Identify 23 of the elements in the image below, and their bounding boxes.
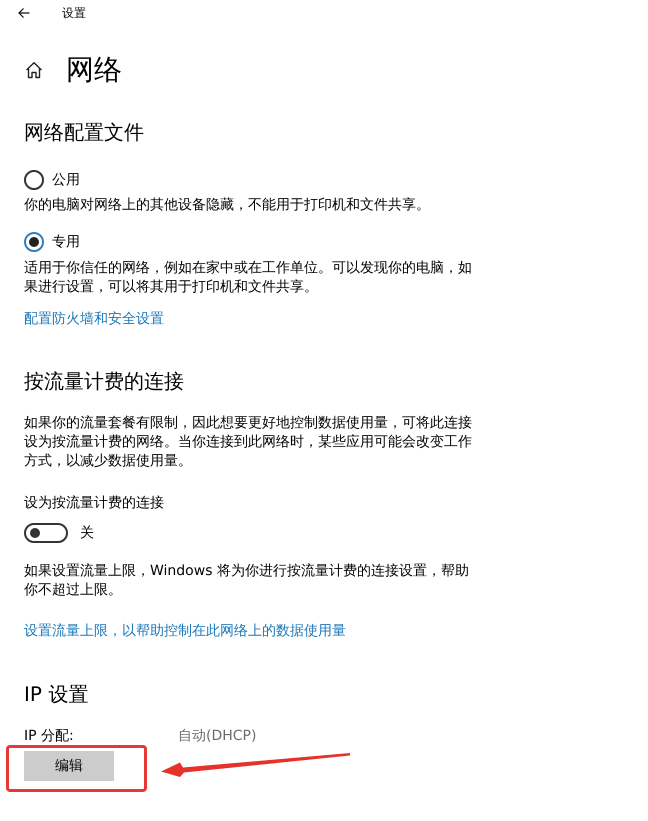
home-icon[interactable] bbox=[25, 61, 43, 79]
radio-icon[interactable] bbox=[24, 232, 44, 252]
section-heading: IP 设置 bbox=[24, 681, 88, 708]
radio-option[interactable]: 专用 bbox=[24, 232, 80, 252]
page-title: 网络 bbox=[66, 52, 122, 88]
edit-button[interactable]: 编辑 bbox=[24, 751, 114, 781]
radio-option[interactable]: 公用 bbox=[24, 170, 80, 190]
field-value: 自动(DHCP) bbox=[178, 727, 256, 745]
radio-icon[interactable] bbox=[24, 170, 44, 190]
section-description: 如果你的流量套餐有限制，因此想要更好地控制数据使用量，可将此连接设为按流量计费的网络。当你连接到此网络时，某些应用可能会改变工作方式，以减少数据使用量。 bbox=[24, 414, 473, 471]
app-title: 设置 bbox=[62, 5, 86, 21]
toggle-state-text: 关 bbox=[80, 524, 94, 543]
option-description: 适用于你信任的网络，例如在家中或在工作单位。可以发现你的电脑，如果进行设置，可以将其用于打印机和文件共享。 bbox=[24, 259, 473, 297]
field-label: IP 分配: bbox=[24, 727, 75, 745]
settings-link[interactable]: 设置流量上限，以帮助控制在此网络上的数据使用量 bbox=[24, 621, 346, 641]
setting-label: 设为按流量计费的连接 bbox=[24, 494, 164, 513]
section-note: 如果设置流量上限，Windows 将为你进行按流量计费的连接设置，帮助你不超过上限。 bbox=[24, 562, 470, 600]
settings-link[interactable]: 配置防火墙和安全设置 bbox=[24, 309, 164, 329]
section-heading: 按流量计费的连接 bbox=[24, 368, 184, 395]
section-heading: 网络配置文件 bbox=[24, 119, 144, 146]
toggle-switch[interactable] bbox=[24, 523, 68, 543]
option-description: 你的电脑对网络上的其他设备隐藏，不能用于打印机和文件共享。 bbox=[24, 196, 430, 215]
back-arrow-icon[interactable] bbox=[18, 7, 30, 19]
